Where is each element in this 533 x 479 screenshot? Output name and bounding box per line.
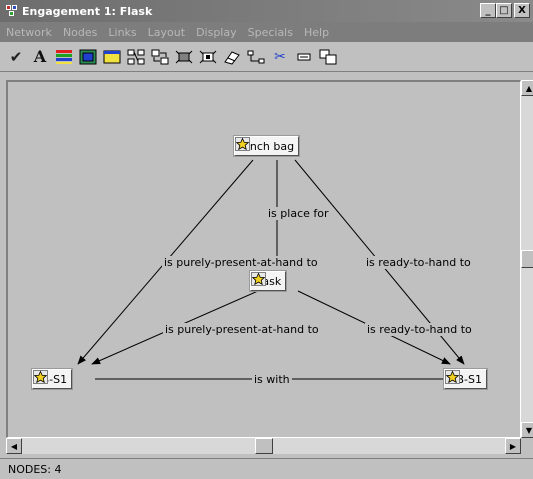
scroll-right-button[interactable]: ▶ xyxy=(505,438,521,454)
edge-label-place-for: is place for xyxy=(266,207,331,220)
scroll-up-button[interactable]: ▲ xyxy=(521,80,533,96)
eraser-svg xyxy=(224,50,240,65)
minimize-button[interactable]: _ xyxy=(480,3,496,18)
layout-tree-tool-icon[interactable] xyxy=(126,47,146,67)
cluster-tool-icon[interactable] xyxy=(174,47,194,67)
edge-label-flask-mbs1: is ready-to-hand to xyxy=(365,323,474,336)
check-tool-icon[interactable]: ✔ xyxy=(6,47,26,67)
edge-label-lunchbag-pbs1: is purely-present-at-hand to xyxy=(162,256,320,269)
title-bar: Engagement 1: Flask _ □ X xyxy=(0,0,533,22)
edge-label-flask-pbs1: is purely-present-at-hand to xyxy=(163,323,321,336)
eraser-tool-icon[interactable] xyxy=(222,47,242,67)
window-title: Engagement 1: Flask xyxy=(22,4,153,18)
menu-display[interactable]: Display xyxy=(196,26,237,39)
menu-help[interactable]: Help xyxy=(304,26,329,39)
menu-layout[interactable]: Layout xyxy=(148,26,185,39)
paste-tool-icon[interactable] xyxy=(318,47,338,67)
cluster-select-tool-icon[interactable] xyxy=(198,47,218,67)
cluster-svg xyxy=(175,50,193,63)
window-controls: _ □ X xyxy=(480,3,530,18)
node-color-svg xyxy=(79,49,97,64)
toolbar: ✔ A ✂ xyxy=(0,42,533,72)
node-pb-s1[interactable]: PB-S1 xyxy=(30,368,74,390)
scrollbar-corner xyxy=(521,438,533,454)
edge-label-is-with: is with xyxy=(252,373,292,386)
paste-svg xyxy=(319,49,337,64)
menu-network[interactable]: Network xyxy=(6,26,52,39)
cluster-select-svg xyxy=(199,50,217,63)
node-mb-s1[interactable]: MB-S1 xyxy=(443,368,488,390)
scissors-icon: ✂ xyxy=(274,48,286,65)
maximize-button[interactable]: □ xyxy=(496,3,512,18)
layout-tree-svg xyxy=(127,49,145,64)
node-count-status: NODES: 4 xyxy=(8,462,62,476)
menu-links[interactable]: Links xyxy=(108,26,136,39)
node-flask[interactable]: Flask xyxy=(248,270,288,292)
color-lines-svg xyxy=(56,49,72,64)
edge-label-lunchbag-mbs1: is ready-to-hand to xyxy=(364,256,473,269)
close-button[interactable]: X xyxy=(514,3,530,18)
scroll-left-button[interactable]: ◀ xyxy=(6,438,22,454)
concept-star-icon xyxy=(235,137,250,151)
concept-star-icon xyxy=(33,370,48,384)
concept-star-icon xyxy=(445,370,460,384)
font-tool-icon[interactable]: A xyxy=(30,47,50,67)
graph-canvas[interactable]: is place for is purely-present-at-hand t… xyxy=(6,80,521,438)
layout-swap-svg xyxy=(151,49,169,64)
copy-svg xyxy=(297,53,311,60)
rectangle-tool-icon[interactable] xyxy=(102,47,122,67)
check-glyph: ✔ xyxy=(9,47,23,66)
scroll-down-button[interactable]: ▼ xyxy=(521,422,533,438)
copy-tool-icon[interactable] xyxy=(294,47,314,67)
vertical-scrollbar[interactable]: ▲ ▼ xyxy=(521,80,533,438)
node-color-tool-icon[interactable] xyxy=(78,47,98,67)
menu-bar: Network Nodes Links Layout Display Speci… xyxy=(0,22,533,42)
status-bar: NODES: 4 xyxy=(0,458,533,479)
vertical-scroll-thumb[interactable] xyxy=(521,250,533,268)
connect-tool-icon[interactable] xyxy=(246,47,266,67)
menu-specials[interactable]: Specials xyxy=(248,26,293,39)
font-glyph: A xyxy=(33,47,47,66)
node-lunch-bag[interactable]: Lunch bag xyxy=(232,135,301,157)
network-app-icon xyxy=(6,5,18,17)
cut-tool-icon[interactable]: ✂ xyxy=(270,47,290,67)
horizontal-scrollbar[interactable]: ◀ ▶ xyxy=(6,438,521,454)
rectangle-svg xyxy=(103,50,121,63)
connect-svg xyxy=(247,50,265,63)
color-lines-tool-icon[interactable] xyxy=(54,47,74,67)
horizontal-scroll-thumb[interactable] xyxy=(255,438,273,454)
menu-nodes[interactable]: Nodes xyxy=(63,26,97,39)
layout-swap-tool-icon[interactable] xyxy=(150,47,170,67)
concept-star-icon xyxy=(251,272,266,286)
